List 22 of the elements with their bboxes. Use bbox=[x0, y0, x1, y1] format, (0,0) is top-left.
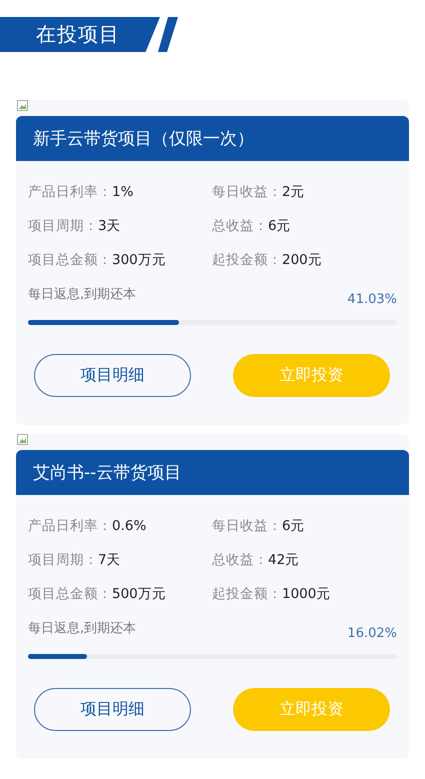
project-field: 项目总金额：500万元 bbox=[28, 585, 212, 603]
project-field: 产品日利率：1% bbox=[28, 183, 212, 201]
section-title: 在投项目 bbox=[36, 21, 120, 48]
project-field: 产品日利率：0.6% bbox=[28, 517, 212, 535]
project-field: 每日收益：6元 bbox=[212, 517, 397, 535]
project-title: 艾尚书--云带货项目 bbox=[33, 462, 182, 484]
project-field: 项目周期：3天 bbox=[28, 217, 212, 235]
repayment-note: 每日返息,到期还本 bbox=[28, 620, 136, 638]
repayment-note: 每日返息,到期还本 bbox=[28, 286, 136, 304]
details-button[interactable]: 项目明细 bbox=[34, 688, 191, 731]
project-field: 起投金额：1000元 bbox=[212, 585, 397, 603]
project-field: 总收益：6元 bbox=[212, 217, 397, 235]
project-field: 项目总金额：300万元 bbox=[28, 251, 212, 269]
slash-icon bbox=[158, 17, 178, 52]
details-button[interactable]: 项目明细 bbox=[34, 354, 191, 397]
project-field: 项目周期：7天 bbox=[28, 551, 212, 569]
progress-percent: 16.02% bbox=[347, 626, 397, 641]
project-field: 每日收益：2元 bbox=[212, 183, 397, 201]
project-field: 总收益：42元 bbox=[212, 551, 397, 569]
project-title: 新手云带货项目（仅限一次） bbox=[33, 128, 254, 150]
progress-percent: 41.03% bbox=[347, 292, 397, 307]
project-field: 起投金额：200元 bbox=[212, 251, 397, 269]
